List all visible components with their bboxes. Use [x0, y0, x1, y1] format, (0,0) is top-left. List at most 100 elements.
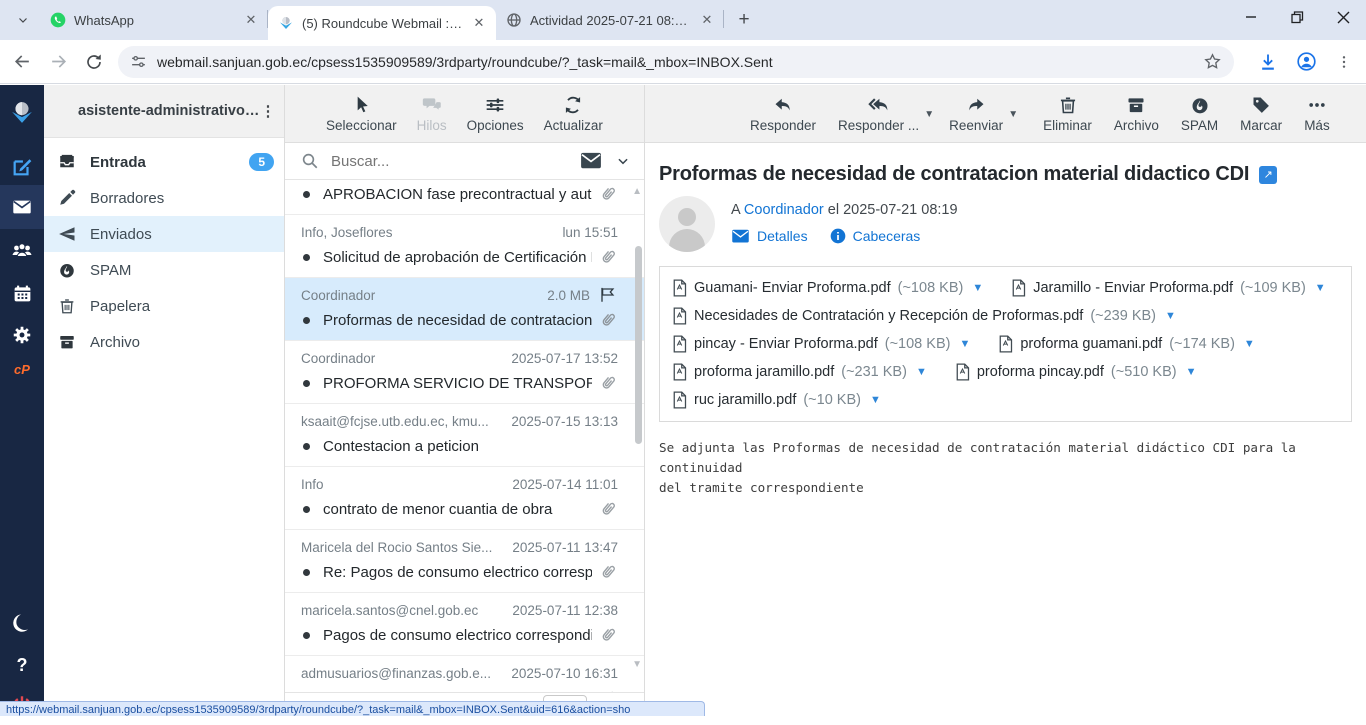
message-row[interactable]: Coordinador 2025-07-17 13:52 PROFORMA SE… — [285, 341, 644, 404]
search-scope-mail-icon[interactable] — [580, 152, 602, 170]
omnibox[interactable]: webmail.sanjuan.gob.ec/cpsess1535909589/… — [118, 46, 1234, 78]
attachment-menu-caret-icon[interactable]: ▼ — [916, 366, 927, 378]
cpanel-icon[interactable]: cP — [0, 349, 44, 389]
message-list: APROBACION fase precontractual y autoriz… — [285, 180, 644, 692]
attachment-chip[interactable]: Guamani- Enviar Proforma.pdf (~108 KB) ▼ — [672, 279, 983, 297]
attachment-chip[interactable]: ruc jaramillo.pdf (~10 KB) ▼ — [672, 391, 881, 409]
folder-entrada[interactable]: Entrada 5 — [44, 144, 284, 180]
help-icon[interactable]: ? — [0, 645, 44, 685]
account-menu-kebab-icon[interactable]: ⋮ — [260, 102, 276, 120]
refresh-list-button[interactable]: Actualizar — [544, 95, 603, 133]
new-tab-button[interactable]: + — [730, 6, 758, 34]
spam-button[interactable]: SPAM — [1172, 93, 1227, 135]
tab-close-icon[interactable]: ✕ — [470, 14, 488, 32]
delete-button[interactable]: Eliminar — [1034, 93, 1101, 135]
refresh-icon[interactable] — [80, 48, 108, 76]
message-row[interactable]: Maricela del Rocio Santos Sie... 2025-07… — [285, 530, 644, 593]
message-row[interactable]: APROBACION fase precontractual y autoriz… — [285, 180, 644, 215]
contacts-icon[interactable] — [0, 231, 44, 271]
back-icon[interactable] — [8, 48, 36, 76]
tab-close-icon[interactable]: ✕ — [698, 11, 716, 29]
attachment-chip[interactable]: pincay - Enviar Proforma.pdf (~108 KB) ▼ — [672, 335, 970, 353]
forward-button[interactable]: Reenviar ▼ — [940, 93, 1012, 135]
attachment-menu-caret-icon[interactable]: ▼ — [1244, 338, 1255, 350]
tab-roundcube-active[interactable]: (5) Roundcube Webmail :: Envia ✕ — [268, 6, 496, 40]
threads-icon — [421, 95, 443, 115]
details-toggle[interactable]: Detalles — [731, 228, 808, 244]
url-text[interactable]: webmail.sanjuan.gob.ec/cpsess1535909589/… — [157, 54, 1203, 70]
attachment-paperclip-icon — [598, 247, 618, 267]
search-input[interactable] — [331, 153, 580, 170]
site-settings-icon[interactable] — [130, 53, 147, 70]
folder-enviados[interactable]: Enviados — [44, 216, 284, 252]
attachment-menu-caret-icon[interactable]: ▼ — [972, 282, 983, 294]
folder-papelera[interactable]: Papelera — [44, 288, 284, 324]
archive-button[interactable]: Archivo — [1105, 93, 1168, 135]
attachment-menu-caret-icon[interactable]: ▼ — [870, 394, 881, 406]
restore-button[interactable] — [1274, 0, 1320, 34]
scrollbar-down-arrow[interactable]: ▼ — [632, 659, 642, 670]
attachment-chip[interactable]: proforma pincay.pdf (~510 KB) ▼ — [955, 363, 1197, 381]
message-subject: Proformas de necesidad de contratacion m… — [659, 163, 1249, 186]
select-button[interactable]: Seleccionar — [326, 95, 397, 133]
mark-button[interactable]: Marcar — [1231, 93, 1291, 135]
dropdown-caret-icon[interactable]: ▼ — [1008, 109, 1018, 120]
message-row[interactable]: admusuarios@finanzas.gob.e... 2025-07-10… — [285, 656, 644, 692]
tab-whatsapp[interactable]: WhatsApp ✕ — [40, 0, 268, 40]
mail-module-icon[interactable] — [0, 187, 44, 227]
attachment-chip[interactable]: Necesidades de Contratación y Recepción … — [672, 307, 1176, 325]
flag-icon[interactable] — [598, 286, 618, 304]
reader-toolbar: Responder Responder ... ▼ Reenviar ▼ Eli… — [645, 85, 1366, 143]
open-in-new-window-icon[interactable]: ↗ — [1259, 166, 1277, 184]
unread-dot — [301, 443, 323, 450]
attachment-chip[interactable]: proforma guamani.pdf (~174 KB) ▼ — [998, 335, 1254, 353]
tab-close-icon[interactable]: ✕ — [242, 11, 260, 29]
message-row[interactable]: ksaait@fcjse.utb.edu.ec, kmu... 2025-07-… — [285, 404, 644, 467]
reply-button[interactable]: Responder — [741, 93, 825, 135]
scrollbar-thumb[interactable] — [635, 246, 642, 444]
scrollbar-up-arrow[interactable]: ▲ — [632, 186, 642, 197]
tab-search-chevron-icon[interactable] — [8, 6, 38, 34]
compose-icon[interactable] — [0, 147, 44, 187]
unread-dot — [301, 317, 323, 324]
folder-borradores[interactable]: Borradores — [44, 180, 284, 216]
forward-icon[interactable] — [44, 48, 72, 76]
attachment-menu-caret-icon[interactable]: ▼ — [1165, 310, 1176, 322]
downloads-icon[interactable] — [1254, 48, 1282, 76]
attachment-chip[interactable]: Jaramillo - Enviar Proforma.pdf (~109 KB… — [1011, 279, 1325, 297]
attachment-menu-caret-icon[interactable]: ▼ — [1315, 282, 1326, 294]
flame-icon — [1190, 95, 1210, 115]
bookmark-star-icon[interactable] — [1203, 52, 1222, 71]
threads-button[interactable]: Hilos — [417, 95, 447, 133]
minimize-button[interactable] — [1228, 0, 1274, 34]
options-button[interactable]: Opciones — [467, 95, 524, 133]
folder-spam[interactable]: SPAM — [44, 252, 284, 288]
message-row-selected[interactable]: Coordinador 2.0 MB Proformas de necesida… — [285, 278, 644, 341]
attachment-chip[interactable]: proforma jaramillo.pdf (~231 KB) ▼ — [672, 363, 927, 381]
search-options-chevron-icon[interactable] — [616, 154, 630, 168]
reply-all-button[interactable]: Responder ... ▼ — [829, 93, 928, 135]
message-row[interactable]: Info, Joseflores lun 15:51 Solicitud de … — [285, 215, 644, 278]
folder-archivo[interactable]: Archivo — [44, 324, 284, 360]
trash-icon — [58, 297, 76, 315]
recipient-link[interactable]: Coordinador — [744, 202, 824, 218]
tab-actividad[interactable]: Actividad 2025-07-21 08:00:00 ✕ — [496, 0, 724, 40]
browser-menu-kebab-icon[interactable] — [1330, 48, 1358, 76]
tag-icon — [1251, 95, 1271, 115]
profile-icon[interactable] — [1292, 48, 1320, 76]
dark-mode-moon-icon[interactable] — [0, 603, 44, 643]
browser-tab-strip: WhatsApp ✕ (5) Roundcube Webmail :: Envi… — [0, 0, 1366, 40]
attachment-menu-caret-icon[interactable]: ▼ — [1186, 366, 1197, 378]
message-row[interactable]: Info 2025-07-14 11:01 contrato de menor … — [285, 467, 644, 530]
attachment-menu-caret-icon[interactable]: ▼ — [959, 338, 970, 350]
more-button[interactable]: Más — [1295, 93, 1339, 135]
search-bar — [285, 143, 644, 180]
folder-label: Enviados — [90, 226, 274, 243]
close-window-button[interactable] — [1320, 0, 1366, 34]
calendar-icon[interactable] — [0, 273, 44, 313]
list-toolbar: Seleccionar Hilos Opciones Actualizar — [285, 85, 644, 143]
headers-toggle[interactable]: Cabeceras — [830, 228, 921, 244]
unread-dot — [301, 506, 323, 513]
message-row[interactable]: maricela.santos@cnel.gob.ec 2025-07-11 1… — [285, 593, 644, 656]
dropdown-caret-icon[interactable]: ▼ — [924, 109, 934, 120]
